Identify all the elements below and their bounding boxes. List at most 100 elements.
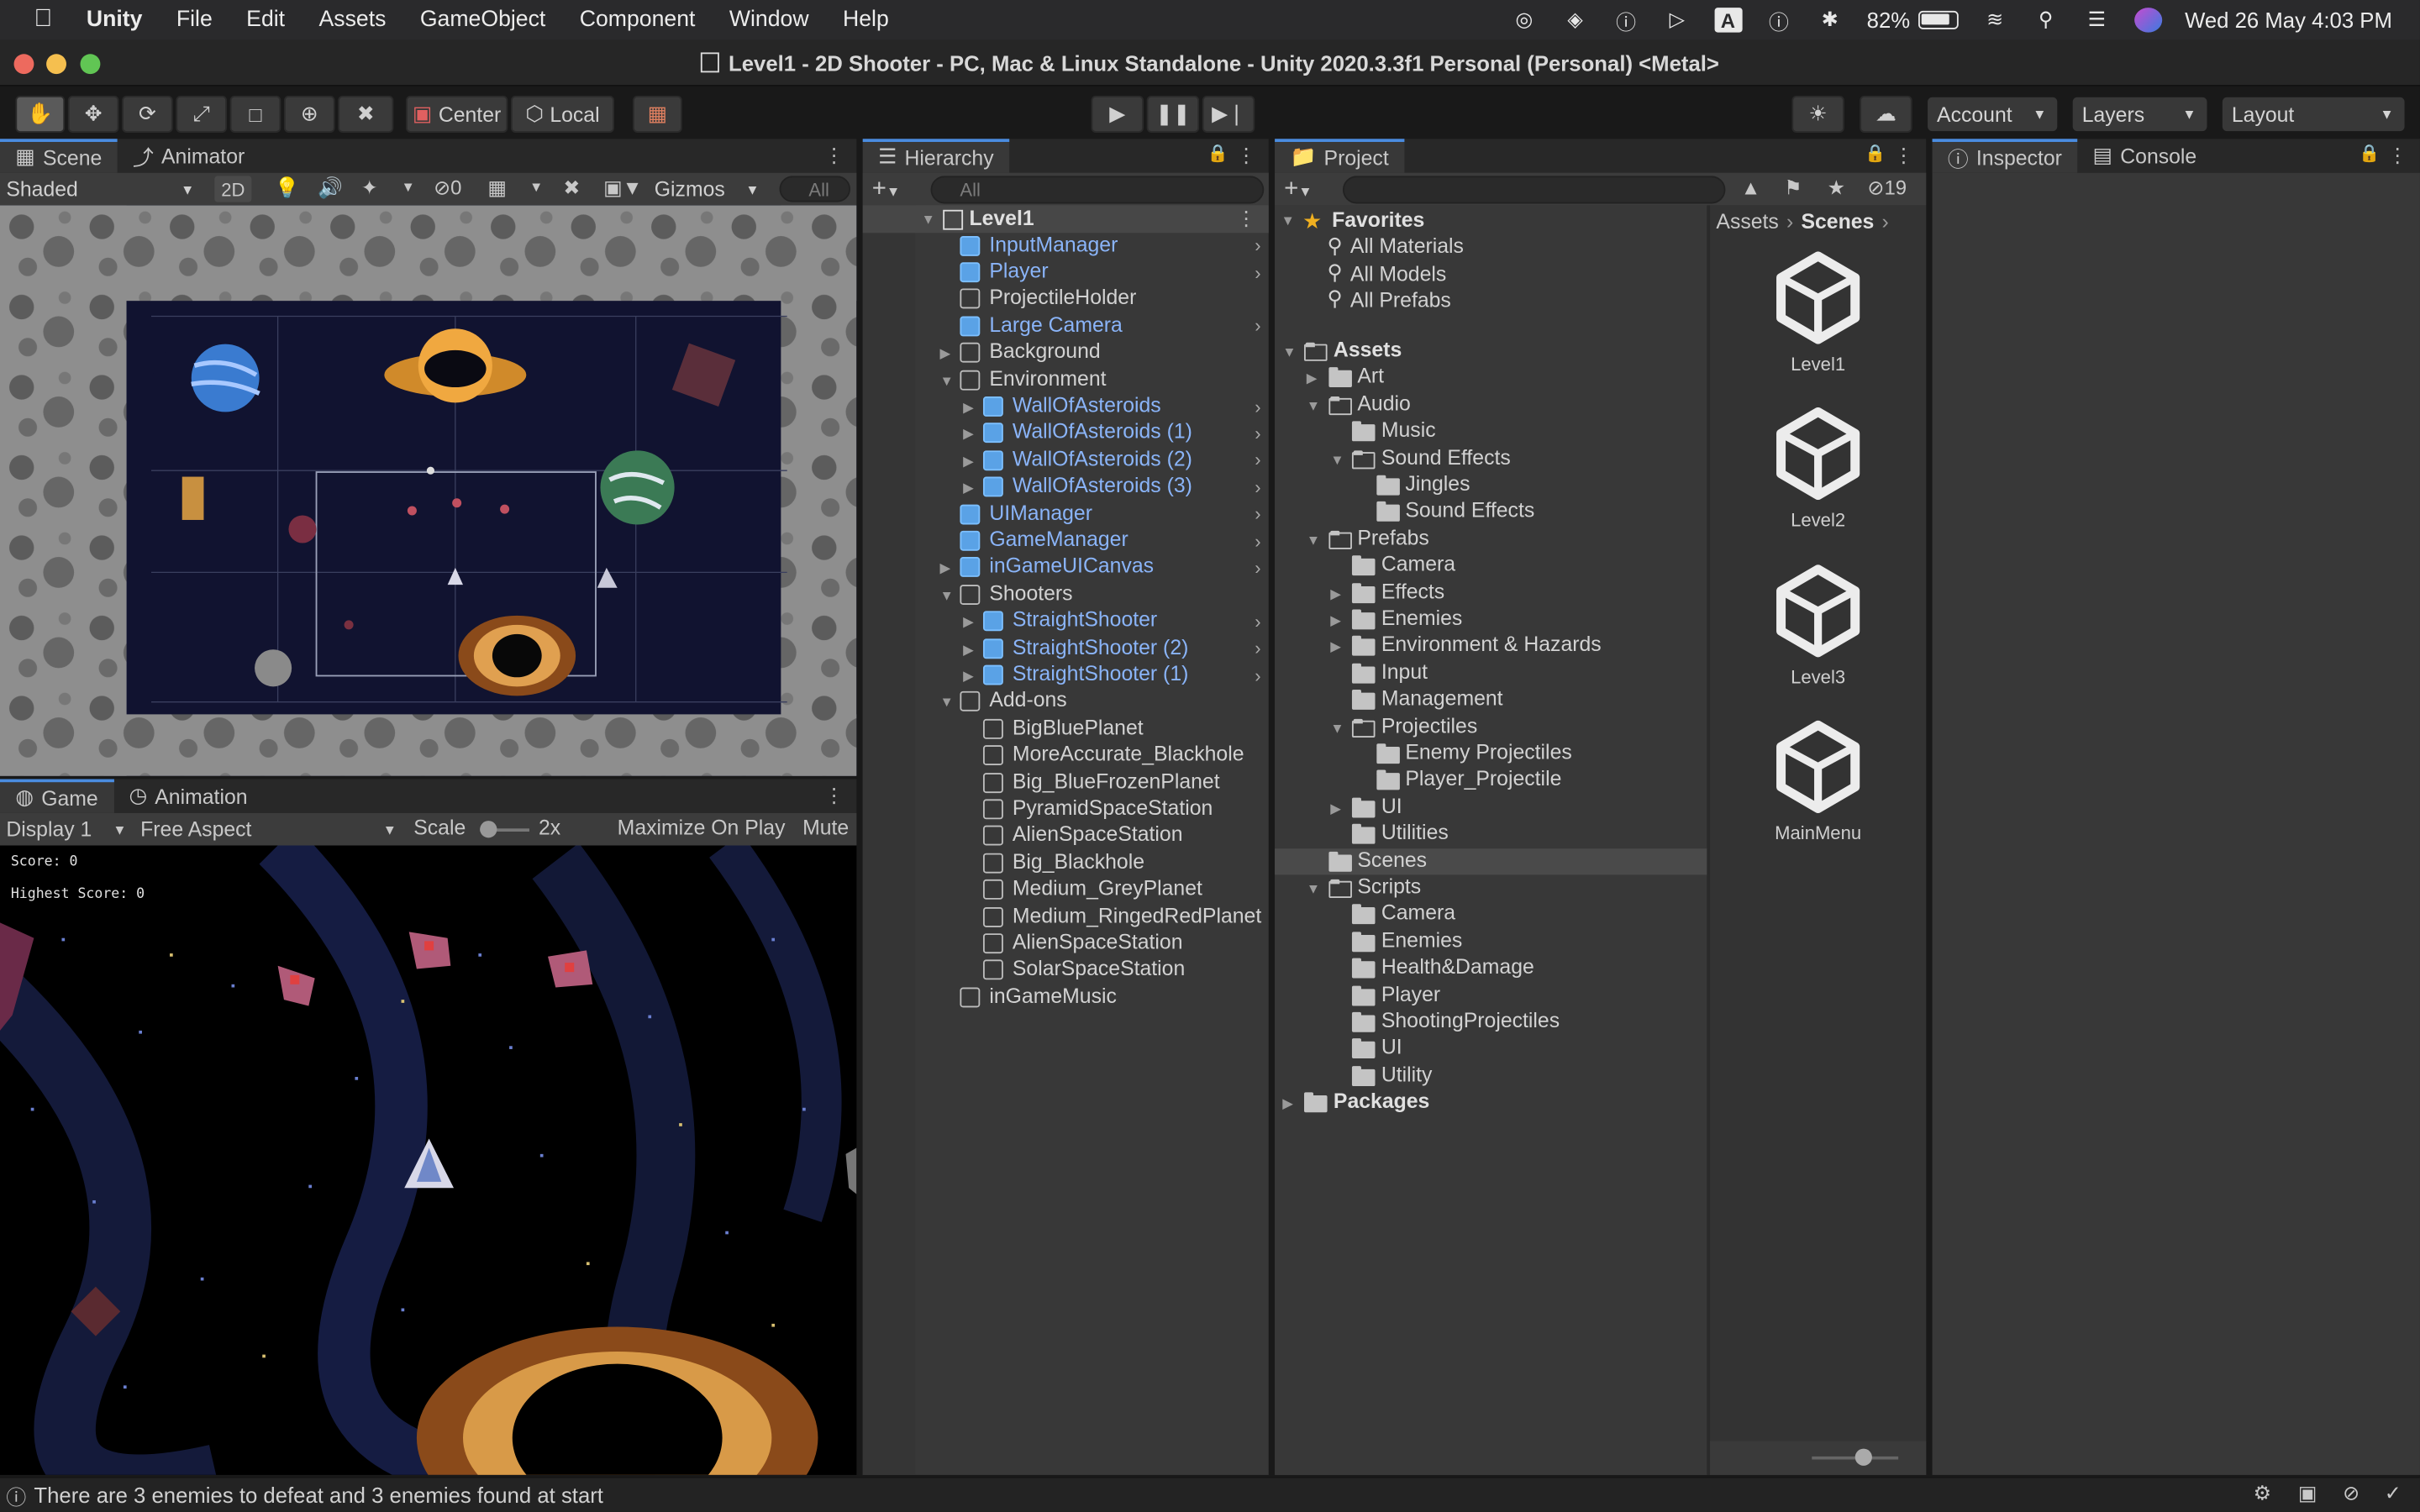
project-folder-sound-effects[interactable]: Sound Effects (1275, 499, 1707, 526)
tab-console[interactable]: ▤ Console (2077, 139, 2212, 172)
expand-arrow-right-icon[interactable]: ▶ (1330, 639, 1341, 656)
hierarchy-item[interactable]: ▶ WallOfAsteroids (1) › (863, 420, 1269, 447)
hierarchy-item[interactable]: Big_BlueFrozenPlanet (863, 769, 1269, 796)
step-button[interactable]: ▶❘ (1202, 95, 1255, 133)
project-folder-player-projectile[interactable]: Player_Projectile (1275, 768, 1707, 795)
menu-component[interactable]: Component (580, 8, 696, 32)
open-prefab-chevron-icon[interactable]: › (1255, 638, 1260, 659)
breadcrumb-scenes[interactable]: Scenes (1801, 210, 1874, 234)
panel-menu-icon[interactable]: ⋮ (2387, 144, 2407, 168)
scene-menu-icon[interactable]: ⋮ (1236, 207, 1256, 231)
apple-icon[interactable]:  (34, 6, 52, 34)
panel-menu-icon[interactable]: ⋮ (1236, 144, 1256, 168)
effects-dropdown-icon[interactable]: ▼ (402, 179, 415, 194)
project-folder-audio[interactable]: ▼ Audio (1275, 391, 1707, 418)
siri-icon[interactable] (2133, 8, 2162, 33)
expand-arrow-right-icon[interactable]: ▶ (940, 560, 951, 577)
expand-arrow-right-icon[interactable]: ▶ (1330, 585, 1341, 602)
scene-asset-tile[interactable]: Level1 (1741, 251, 1896, 390)
scene-asset-tile[interactable]: Level2 (1741, 407, 1896, 546)
hierarchy-item[interactable]: ▶ StraightShooter (2) › (863, 635, 1269, 662)
scene-viewport[interactable] (0, 205, 857, 776)
hierarchy-item[interactable]: Player › (863, 259, 1269, 286)
hand-tool-button[interactable]: ✋ (15, 95, 66, 133)
hierarchy-item[interactable]: ▼ Add-ons (863, 689, 1269, 716)
create-add-button[interactable]: +▼ (1284, 175, 1313, 202)
favorite-all-materials[interactable]: ⚲ All Materials (1328, 233, 1464, 260)
project-folder-ui[interactable]: UI (1275, 1036, 1707, 1063)
lock-icon[interactable]: 🔒 (1207, 144, 1228, 164)
expand-arrow-down-icon[interactable]: ▼ (1307, 881, 1320, 896)
hierarchy-item[interactable]: ProjectileHolder (863, 286, 1269, 312)
hierarchy-item[interactable]: AlienSpaceStation (863, 930, 1269, 957)
maximize-on-play-toggle[interactable]: Maximize On Play (618, 816, 786, 840)
expand-arrow-down-icon[interactable]: ▼ (1330, 451, 1344, 466)
project-folder-enemy-projectiles[interactable]: Enemy Projectiles (1275, 741, 1707, 768)
expand-arrow-right-icon[interactable]: ▶ (1307, 371, 1318, 388)
project-folder-scenes[interactable]: Scenes (1275, 848, 1707, 875)
play-circle-icon[interactable]: ▷ (1663, 8, 1691, 32)
expand-arrow-right-icon[interactable]: ▶ (963, 400, 974, 417)
scale-slider-thumb[interactable] (480, 821, 497, 838)
grid-dropdown-icon[interactable]: ▼ (529, 179, 543, 194)
project-folder-effects[interactable]: ▶ Effects (1275, 580, 1707, 606)
collab-button[interactable]: ☀ (1791, 95, 1844, 133)
project-folder-input[interactable]: Input (1275, 660, 1707, 687)
open-prefab-chevron-icon[interactable]: › (1255, 235, 1260, 257)
rotate-tool-button[interactable]: ⟳ (122, 95, 173, 133)
menu-help[interactable]: Help (843, 8, 889, 32)
panel-menu-icon[interactable]: ⋮ (824, 784, 844, 808)
tab-inspector[interactable]: ⓘ Inspector (1932, 139, 2078, 173)
expand-arrow-right-icon[interactable]: ▶ (963, 453, 974, 470)
search-by-label-icon[interactable]: ⚑ (1784, 176, 1802, 200)
favorite-all-models[interactable]: ⚲ All Models (1328, 260, 1447, 286)
lighting-toggle-icon[interactable]: 💡 (275, 176, 300, 200)
open-prefab-chevron-icon[interactable]: › (1255, 315, 1260, 337)
hierarchy-search-input[interactable]: All (930, 176, 1265, 204)
menu-assets[interactable]: Assets (319, 8, 387, 32)
bluetooth-icon[interactable]: ✱ (1816, 8, 1844, 32)
expand-arrow-down-icon[interactable]: ▼ (922, 212, 935, 227)
breadcrumb-assets[interactable]: Assets (1716, 210, 1778, 234)
project-folder-projectiles[interactable]: ▼ Projectiles (1275, 714, 1707, 741)
scene-search-input[interactable]: All (779, 176, 851, 202)
unity-hub-icon[interactable]: ◈ (1561, 8, 1589, 32)
project-folder-enemies[interactable]: Enemies (1275, 928, 1707, 955)
favorites-label[interactable]: Favorites (1332, 208, 1424, 232)
menu-file[interactable]: File (176, 8, 213, 32)
hierarchy-item[interactable]: ▶ StraightShooter › (863, 608, 1269, 635)
control-center-icon[interactable]: ☰ (2083, 8, 2111, 32)
project-folder-environment-hazards[interactable]: ▶ Environment & Hazards (1275, 633, 1707, 660)
creative-cloud-icon[interactable]: ◎ (1510, 8, 1538, 32)
expand-arrow-right-icon[interactable]: ▶ (940, 346, 951, 363)
open-prefab-chevron-icon[interactable]: › (1255, 503, 1260, 525)
hierarchy-item[interactable]: ▶ WallOfAsteroids (2) › (863, 447, 1269, 474)
project-folder-ui[interactable]: ▶ UI (1275, 795, 1707, 822)
hierarchy-item[interactable]: ▶ WallOfAsteroids (3) › (863, 474, 1269, 501)
project-folder-sound-effects[interactable]: ▼ Sound Effects (1275, 445, 1707, 472)
hierarchy-item[interactable]: Large Camera › (863, 312, 1269, 339)
expand-arrow-right-icon[interactable]: ▶ (1330, 612, 1341, 629)
hierarchy-item[interactable]: Medium_RingedRedPlanet (863, 903, 1269, 930)
hierarchy-item[interactable]: ▶ inGameUICanvas › (863, 554, 1269, 581)
project-folder-jingles[interactable]: Jingles (1275, 472, 1707, 499)
menubar-clock[interactable]: Wed 26 May 4:03 PM (2185, 8, 2392, 32)
hierarchy-item[interactable]: Medium_GreyPlanet (863, 876, 1269, 903)
expand-arrow-down-icon[interactable]: ▼ (940, 373, 954, 388)
pause-button[interactable]: ❚❚ (1146, 95, 1200, 133)
auto-generate-lighting-icon[interactable]: ⊘ (2343, 1481, 2360, 1505)
project-folder-shootingprojectiles[interactable]: ShootingProjectiles (1275, 1009, 1707, 1036)
menu-edit[interactable]: Edit (246, 8, 285, 32)
panel-menu-icon[interactable]: ⋮ (824, 144, 844, 168)
open-prefab-chevron-icon[interactable]: › (1255, 449, 1260, 471)
hierarchy-item[interactable]: ▼ Shooters (863, 581, 1269, 608)
hierarchy-item[interactable]: InputManager › (863, 232, 1269, 259)
wifi-icon[interactable]: ≋ (1981, 8, 2009, 32)
display-dropdown[interactable]: Display 1 ▼ (6, 816, 129, 843)
project-folder-art[interactable]: ▶ Art (1275, 365, 1707, 391)
tools-icon[interactable]: ✖ (563, 176, 580, 200)
hierarchy-item[interactable]: ▶ Background (863, 339, 1269, 366)
icon-size-slider-thumb[interactable] (1854, 1448, 1872, 1466)
status-message[interactable]: There are 3 enemies to defeat and 3 enem… (34, 1483, 603, 1507)
project-folder-camera[interactable]: Camera (1275, 553, 1707, 580)
